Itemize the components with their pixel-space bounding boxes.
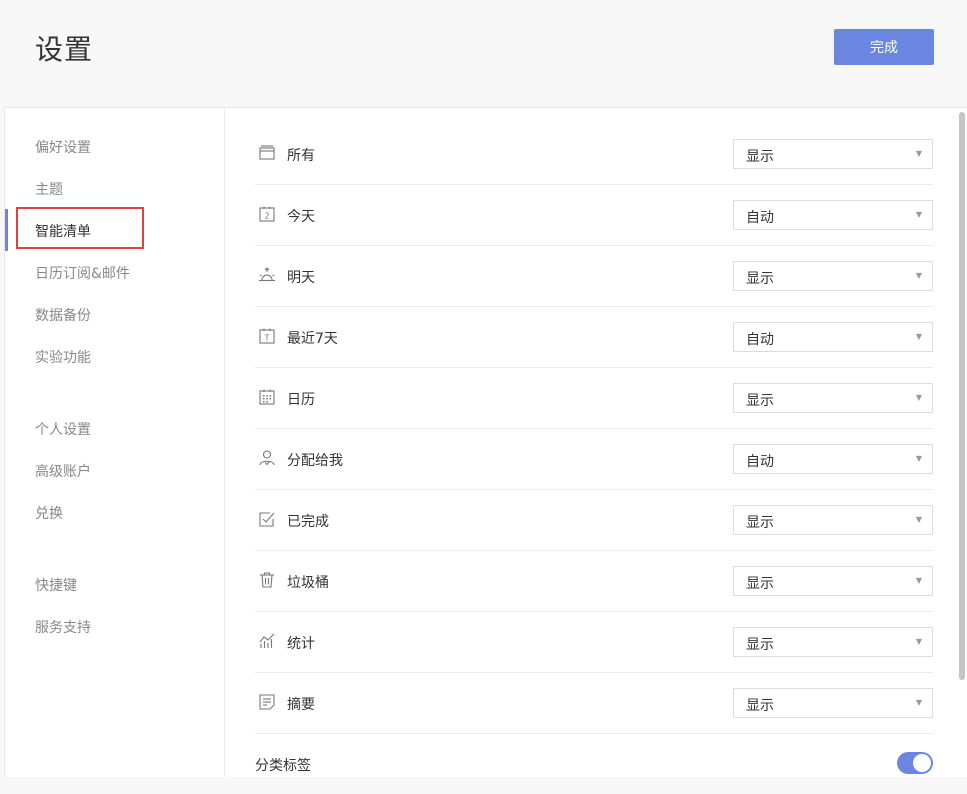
sidebar-item-calendar-subscription[interactable]: 日历订阅&邮件: [35, 263, 130, 283]
row-label: 已完成: [287, 514, 329, 530]
list-row-completed: 已完成 显示 ▼: [255, 490, 933, 551]
calendar-today-icon: 2: [258, 205, 276, 223]
sidebar-item-theme[interactable]: 主题: [35, 179, 63, 199]
page-title: 设置: [35, 33, 94, 66]
sidebar-item-labs[interactable]: 实验功能: [35, 347, 91, 367]
row-label: 摘要: [287, 697, 315, 713]
visibility-select[interactable]: 显示 ▼: [733, 505, 933, 535]
chevron-down-icon: ▼: [915, 149, 922, 158]
row-label: 所有: [287, 148, 315, 164]
list-row-statistics: 统计 显示 ▼: [255, 612, 933, 673]
list-row-calendar: 日历 显示 ▼: [255, 368, 933, 429]
visibility-select[interactable]: 显示 ▼: [733, 627, 933, 657]
statistics-icon: [258, 632, 276, 650]
sidebar-item-redeem[interactable]: 兑换: [35, 503, 63, 523]
list-row-assigned-to-me: 分配给我 自动 ▼: [255, 429, 933, 490]
calendar-week-icon: T: [258, 327, 276, 345]
chevron-down-icon: ▼: [915, 698, 922, 707]
list-row-tomorrow: 明天 显示 ▼: [255, 246, 933, 307]
sidebar-item-shortcuts[interactable]: 快捷键: [35, 575, 77, 595]
smart-list-settings: 所有 显示 ▼ 2 今天 自动 ▼ 明天 显示 ▼ T 最近7天 自动 ▼ 日历…: [255, 124, 933, 794]
scrollbar-thumb[interactable]: [959, 112, 965, 680]
chevron-down-icon: ▼: [915, 332, 922, 341]
sidebar-item-preferences[interactable]: 偏好设置: [35, 137, 91, 157]
toggle-knob: [913, 754, 931, 772]
svg-text:2: 2: [264, 212, 269, 221]
row-label: 今天: [287, 209, 315, 225]
row-label: 明天: [287, 270, 315, 286]
sidebar: 偏好设置 主题 智能清单 日历订阅&邮件 数据备份 实验功能 个人设置 高级账户…: [5, 108, 225, 777]
checkbox-icon: [258, 510, 276, 528]
sidebar-item-backup[interactable]: 数据备份: [35, 305, 91, 325]
chevron-down-icon: ▼: [915, 210, 922, 219]
header: 设置 完成: [0, 0, 967, 107]
sidebar-item-smart-lists[interactable]: 智能清单: [35, 221, 91, 241]
summary-icon: [258, 693, 276, 711]
tags-toggle-row: 分类标签: [255, 734, 933, 794]
list-row-all: 所有 显示 ▼: [255, 124, 933, 185]
row-label: 最近7天: [287, 331, 338, 347]
visibility-select[interactable]: 自动 ▼: [733, 322, 933, 352]
person-assign-icon: [258, 449, 276, 467]
visibility-select[interactable]: 显示 ▼: [733, 383, 933, 413]
row-label: 分配给我: [287, 453, 343, 469]
list-row-summary: 摘要 显示 ▼: [255, 673, 933, 734]
done-button[interactable]: 完成: [834, 29, 934, 65]
settings-panel: 偏好设置 主题 智能清单 日历订阅&邮件 数据备份 实验功能 个人设置 高级账户…: [4, 107, 967, 777]
visibility-select[interactable]: 显示 ▼: [733, 566, 933, 596]
trash-icon: [258, 571, 276, 589]
tags-toggle[interactable]: [897, 752, 933, 774]
row-label: 统计: [287, 636, 315, 652]
calendar-grid-icon: [258, 388, 276, 406]
inbox-icon: [258, 144, 276, 162]
visibility-select[interactable]: 自动 ▼: [733, 444, 933, 474]
visibility-select[interactable]: 显示 ▼: [733, 261, 933, 291]
list-row-trash: 垃圾桶 显示 ▼: [255, 551, 933, 612]
visibility-select[interactable]: 显示 ▼: [733, 139, 933, 169]
chevron-down-icon: ▼: [915, 454, 922, 463]
chevron-down-icon: ▼: [915, 576, 922, 585]
sunrise-icon: [258, 266, 276, 284]
list-row-next-7-days: T 最近7天 自动 ▼: [255, 307, 933, 368]
scrollbar[interactable]: [956, 108, 967, 777]
chevron-down-icon: ▼: [915, 515, 922, 524]
sidebar-item-premium[interactable]: 高级账户: [35, 461, 91, 481]
row-label: 日历: [287, 392, 315, 408]
tags-toggle-label: 分类标签: [255, 758, 311, 774]
row-label: 垃圾桶: [287, 575, 329, 591]
sidebar-item-account[interactable]: 个人设置: [35, 419, 91, 439]
svg-text:T: T: [264, 334, 270, 343]
chevron-down-icon: ▼: [915, 637, 922, 646]
sidebar-item-support[interactable]: 服务支持: [35, 617, 91, 637]
chevron-down-icon: ▼: [915, 271, 922, 280]
visibility-select[interactable]: 自动 ▼: [733, 200, 933, 230]
active-indicator: [5, 209, 8, 251]
list-row-today: 2 今天 自动 ▼: [255, 185, 933, 246]
visibility-select[interactable]: 显示 ▼: [733, 688, 933, 718]
chevron-down-icon: ▼: [915, 393, 922, 402]
